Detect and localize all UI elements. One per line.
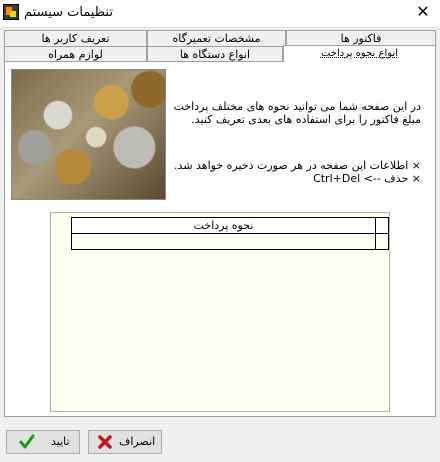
grid-header-indicator xyxy=(376,217,389,234)
grid-row-indicator xyxy=(376,234,389,250)
tab-workshop-info[interactable]: مشخصات تعمیرگاه xyxy=(147,30,286,46)
check-icon xyxy=(19,434,35,449)
tab-device-types[interactable]: انواع دستگاه ها xyxy=(147,46,283,62)
close-button[interactable]: ✕ xyxy=(412,2,434,22)
title-bar: تنظیمات سیستم ✕ xyxy=(0,0,440,28)
tab-panel-payment-methods: در این صفحه شما می توانید نحوه های مختلف… xyxy=(4,61,436,417)
tab-payment-methods[interactable]: انواع نحوه پرداخت xyxy=(283,45,436,62)
tab-define-users[interactable]: تعریف کاربر ها xyxy=(4,30,147,46)
description-text: در این صفحه شما می توانید نحوه های مختلف… xyxy=(173,100,421,126)
window-title: تنظیمات سیستم xyxy=(24,5,113,20)
tab-invoices[interactable]: فاکتور ها xyxy=(286,30,436,46)
payment-methods-grid[interactable]: نحوه پرداخت xyxy=(50,212,390,412)
grid-column-header[interactable]: نحوه پرداخت xyxy=(71,217,376,234)
app-icon xyxy=(3,4,19,20)
cancel-button[interactable]: انصراف xyxy=(88,430,162,454)
ok-button[interactable]: تایید xyxy=(6,430,80,454)
cancel-button-label: انصراف xyxy=(119,435,156,448)
grid-new-row[interactable] xyxy=(71,234,376,250)
ok-button-label: تایید xyxy=(51,435,70,448)
save-note: × اطلاعات این صفحه در هر صورت ذخیره خواه… xyxy=(174,159,421,172)
coins-image xyxy=(11,69,166,200)
tab-accessories[interactable]: لوازم همراه xyxy=(4,46,147,62)
x-icon xyxy=(98,435,112,449)
delete-shortcut-note: × حذف --> Ctrl+Del xyxy=(313,172,421,185)
